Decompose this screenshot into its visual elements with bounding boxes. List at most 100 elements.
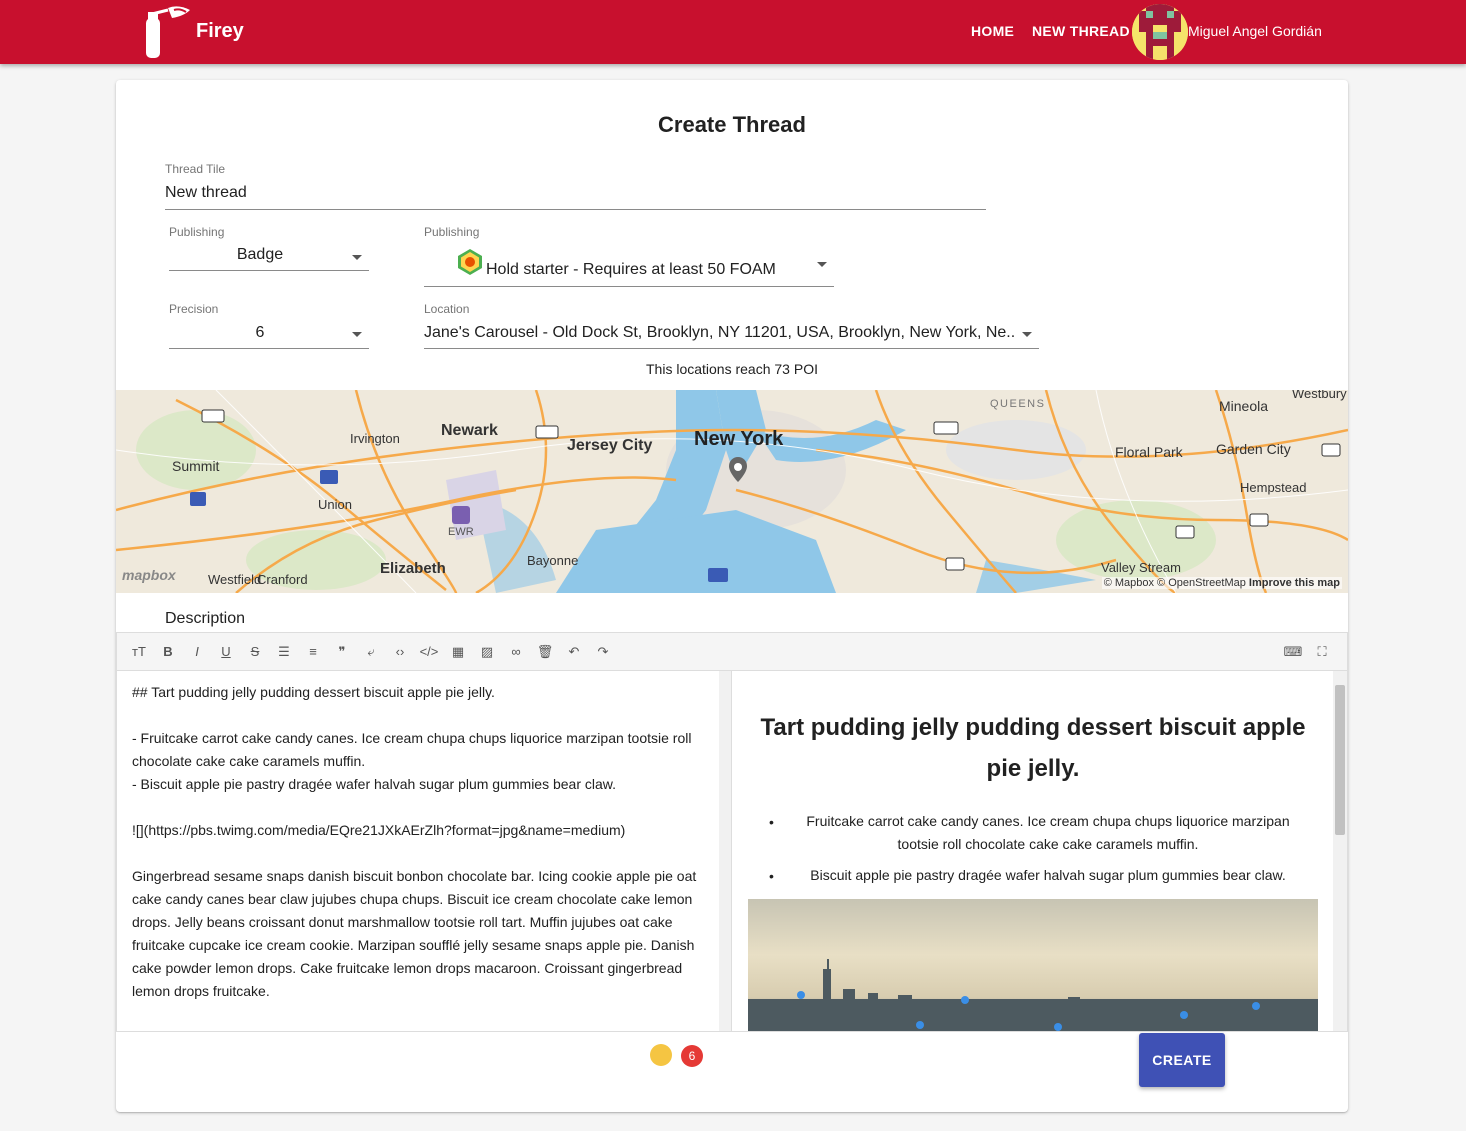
markdown-preview: Tart pudding jelly pudding dessert biscu… [732,671,1332,1031]
publishing-badge-select[interactable]: Hold starter - Requires at least 50 FOAM [486,261,776,279]
nav-home-link[interactable]: HOME [971,23,1014,39]
chevron-down-icon[interactable] [352,255,362,260]
precision-underline [169,348,369,349]
bullet-icon: • [769,814,774,830]
fire-extinguisher-logo-icon[interactable] [138,4,198,60]
preview-image [748,899,1318,1031]
thread-title-label: Thread Tile [165,162,226,176]
markdown-line: lemon drops fruitcake. [132,983,270,999]
app-bar: Firey HOME NEW THREAD Miguel Angel Gordi… [0,0,1466,64]
map-label-irvington: Irvington [350,431,400,446]
wrap-icon[interactable]: ⤶ [361,642,381,662]
bullet-icon: • [769,868,774,884]
city-skyline-image [748,959,1318,1031]
map-label-ewr: EWR [448,526,474,538]
strikethrough-icon[interactable]: S [245,642,265,662]
markdown-line: drops. Jelly beans croissant donut marsh… [132,914,673,930]
publishing-type-select[interactable]: Badge [169,246,351,264]
map-attribution-text[interactable]: © Mapbox © OpenStreetMap [1104,577,1246,589]
map-label-westfield: Westfield [208,572,262,587]
publishing-type-underline [169,270,369,271]
map-label-valleystream: Valley Stream [1101,560,1181,575]
right-scrollbar[interactable] [1333,671,1347,1031]
markdown-editor: ⌨ ⛶ ᴛT B I U S ☰ ≡ ❞ ⤶ ‹› </> ▦ ▨ ∞ 🗑 ↶ ↷ ## Tart puddin… [116,632,1348,1067]
map-label-summit: Summit [172,458,220,474]
markdown-line: - Fruitcake carrot cake candy canes. Ice… [132,730,692,746]
markdown-line: fruitcake cupcake ice cream cookie. Marz… [132,937,695,953]
improve-map-link[interactable]: Improve this map [1249,577,1340,589]
map-label-cranford: Cranford [257,572,308,587]
preview-bullet-2: Biscuit apple pie pastry dragée wafer ha… [810,867,1286,883]
markdown-line: - Biscuit apple pie pastry dragée wafer … [132,776,617,792]
bold-icon[interactable]: B [158,642,178,662]
thread-title-underline [165,209,986,210]
scroll-thumb[interactable] [1335,685,1345,835]
mapbox-logo[interactable]: mapbox [122,567,176,583]
quote-icon[interactable]: ❞ [332,642,352,662]
map-label-newyork: New York [694,428,784,450]
underline-icon[interactable]: U [216,642,236,662]
fullscreen-icon[interactable]: ⛶ [1312,642,1332,662]
reach-text: This locations reach 73 POI [646,361,818,377]
chevron-down-icon[interactable] [817,262,827,267]
heading-icon[interactable]: ᴛT [129,642,149,662]
chevron-down-icon[interactable] [1022,332,1032,337]
markdown-input[interactable]: ## Tart pudding jelly pudding dessert bi… [117,671,731,1031]
emoji-icon[interactable] [650,1044,672,1066]
map-label-bayonne: Bayonne [527,553,579,568]
description-label: Description [165,610,246,627]
editor-toolbar: ⌨ ⛶ ᴛT B I U S ☰ ≡ ❞ ⤶ ‹› </> ▦ ▨ ∞ 🗑 ↶ ↷ [117,633,1347,671]
precision-label: Precision [169,302,219,316]
create-thread-card: Create Thread Thread Tile New thread Pub… [116,80,1348,1112]
code-icon[interactable]: ‹› [390,642,410,662]
brand-name[interactable]: Firey [196,20,244,43]
user-name[interactable]: Miguel Angel Gordián [1188,23,1322,39]
markdown-line: cake powder lemon drops. Cake fruitcake … [132,960,683,976]
location-label: Location [424,302,470,316]
markdown-line: Gingerbread sesame snaps danish biscuit … [132,868,697,884]
undo-icon[interactable]: ↶ [564,642,584,662]
location-underline [424,348,1039,349]
map-label-union: Union [318,497,352,512]
code-block-icon[interactable]: </> [419,642,439,662]
map-label-jerseycity: Jersey City [567,437,653,454]
page-title: Create Thread [658,112,806,137]
ordered-list-icon[interactable]: ≡ [303,642,323,662]
map-label-westbury: Westbury [1292,390,1347,401]
redo-icon[interactable]: ↷ [593,642,613,662]
markdown-line: cake candy canes bear claw jujubes chupa… [132,891,693,907]
thread-title-input[interactable]: New thread [165,184,247,202]
map-label-queens: QUEENS [990,398,1046,410]
map-label-mineola: Mineola [1219,398,1269,414]
avatar[interactable] [1132,4,1188,60]
markdown-line: chocolate cake cake caramels muffin. [132,753,366,769]
link-icon[interactable]: ∞ [506,642,526,662]
italic-icon[interactable]: I [187,642,207,662]
preview-bullet-1: Fruitcake carrot cake candy canes. Ice c… [806,813,1290,852]
map-label-elizabeth: Elizabeth [380,560,446,577]
map-label-hempstead: Hempstead [1240,480,1307,495]
markdown-line: ![](https://pbs.twimg.com/media/EQre21JX… [132,822,626,838]
location-map[interactable]: New York Newark Jersey City Irvington Su… [116,390,1348,593]
table-icon[interactable]: ▦ [448,642,468,662]
map-label-newark: Newark [441,422,498,439]
precision-select[interactable]: 6 [169,324,351,342]
chevron-down-icon[interactable] [352,332,362,337]
markdown-line: ## Tart pudding jelly pudding dessert bi… [132,684,495,700]
bullet-list-icon[interactable]: ☰ [274,642,294,662]
badge-icon [458,249,482,275]
create-button[interactable]: CREATE [1139,1033,1225,1087]
trash-icon[interactable]: 🗑 [535,642,555,662]
nav-new-thread-link[interactable]: NEW THREAD [1032,23,1130,39]
keyboard-icon[interactable]: ⌨ [1283,642,1303,662]
image-icon[interactable]: ▨ [477,642,497,662]
location-select[interactable]: Jane's Carousel - Old Dock St, Brooklyn,… [424,324,1014,342]
map-label-gardencity: Garden City [1216,441,1291,457]
preview-heading: Tart pudding jelly pudding dessert biscu… [760,714,1306,782]
notification-count-badge[interactable]: 6 [681,1045,703,1067]
left-scrollbar[interactable] [719,671,731,1031]
publishing-type-label: Publishing [169,225,225,239]
publishing-badge-label: Publishing [424,225,480,239]
publishing-badge-underline [424,286,834,287]
map-label-floralpark: Floral Park [1115,444,1183,460]
